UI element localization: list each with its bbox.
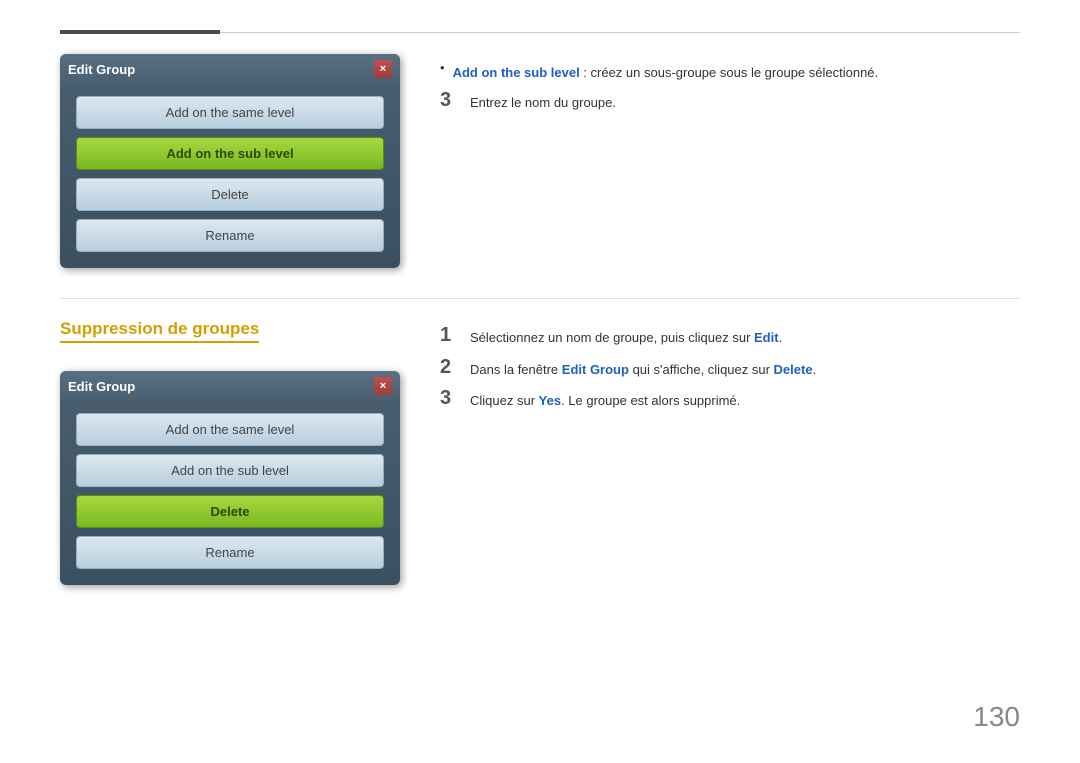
step-2-after: . <box>813 362 817 377</box>
dialog-titlebar-2: Edit Group × <box>60 371 400 401</box>
dialog-2-container: Suppression de groupes Edit Group × Add … <box>60 319 400 585</box>
step-text-3-top: Entrez le nom du groupe. <box>470 89 616 113</box>
edit-group-dialog-1: Edit Group × Add on the same level Add o… <box>60 54 400 268</box>
step-text-3-bottom: Cliquez sur Yes. Le groupe est alors sup… <box>470 387 740 411</box>
add-sub-level-btn-2[interactable]: Add on the sub level <box>76 454 384 487</box>
step-num-3-bottom: 3 <box>440 387 460 410</box>
step-2-before: Dans la fenêtre <box>470 362 562 377</box>
dialog-titlebar-1: Edit Group × <box>60 54 400 84</box>
step-text-2: Dans la fenêtre Edit Group qui s'affiche… <box>470 356 816 380</box>
dialog-close-button-2[interactable]: × <box>374 377 392 395</box>
bullet-dot-1: • <box>440 60 445 75</box>
step-3-before: Cliquez sur <box>470 393 539 408</box>
dialog-title-2: Edit Group <box>68 379 135 394</box>
dialog-1-container: Edit Group × Add on the same level Add o… <box>60 54 400 268</box>
add-same-level-btn-2[interactable]: Add on the same level <box>76 413 384 446</box>
page-number: 130 <box>973 701 1020 733</box>
step-3-top: 3 Entrez le nom du groupe. <box>440 89 1020 113</box>
delete-btn-2[interactable]: Delete <box>76 495 384 528</box>
step-3-bottom: 3 Cliquez sur Yes. Le groupe est alors s… <box>440 387 1020 411</box>
instructions-1: • Add on the sub level : créez un sous-g… <box>440 54 1020 268</box>
step-1-before: Sélectionnez un nom de groupe, puis cliq… <box>470 330 754 345</box>
page-container: Edit Group × Add on the same level Add o… <box>0 0 1080 763</box>
instructions-2: 1 Sélectionnez un nom de groupe, puis cl… <box>440 319 1020 585</box>
dialog-body-1: Add on the same level Add on the sub lev… <box>60 84 400 268</box>
step-2-middle: qui s'affiche, cliquez sur <box>629 362 774 377</box>
bullet-description: : créez un sous-groupe sous le groupe sé… <box>580 65 878 80</box>
step-text-1: Sélectionnez un nom de groupe, puis cliq… <box>470 324 782 348</box>
delete-link-2: Delete <box>774 362 813 377</box>
section-divider <box>60 298 1020 299</box>
bullet-text-1: Add on the sub level : créez un sous-gro… <box>453 59 879 83</box>
dialog-body-2: Add on the same level Add on the sub lev… <box>60 401 400 585</box>
top-rule-right <box>220 32 1020 33</box>
delete-btn-1[interactable]: Delete <box>76 178 384 211</box>
step-num-2: 2 <box>440 356 460 379</box>
step-num-3-top: 3 <box>440 89 460 112</box>
top-section: Edit Group × Add on the same level Add o… <box>60 54 1020 268</box>
step-1-bottom: 1 Sélectionnez un nom de groupe, puis cl… <box>440 324 1020 348</box>
top-rule <box>60 30 1020 34</box>
yes-link: Yes <box>539 393 561 408</box>
dialog-close-button-1[interactable]: × <box>374 60 392 78</box>
add-same-level-btn-1[interactable]: Add on the same level <box>76 96 384 129</box>
step-2-bottom: 2 Dans la fenêtre Edit Group qui s'affic… <box>440 356 1020 380</box>
add-sub-level-btn-1[interactable]: Add on the sub level <box>76 137 384 170</box>
edit-link-1: Edit <box>754 330 779 345</box>
add-sub-level-link: Add on the sub level <box>453 65 580 80</box>
bottom-section: Suppression de groupes Edit Group × Add … <box>60 319 1020 585</box>
step-1-after: . <box>779 330 783 345</box>
bullet-item-1: • Add on the sub level : créez un sous-g… <box>440 59 1020 83</box>
step-num-1: 1 <box>440 324 460 347</box>
edit-group-dialog-2: Edit Group × Add on the same level Add o… <box>60 371 400 585</box>
edit-group-link-2: Edit Group <box>562 362 629 377</box>
step-3-after: . Le groupe est alors supprimé. <box>561 393 740 408</box>
rename-btn-2[interactable]: Rename <box>76 536 384 569</box>
dialog-title-1: Edit Group <box>68 62 135 77</box>
section-title: Suppression de groupes <box>60 319 259 343</box>
rename-btn-1[interactable]: Rename <box>76 219 384 252</box>
top-rule-left <box>60 30 220 34</box>
